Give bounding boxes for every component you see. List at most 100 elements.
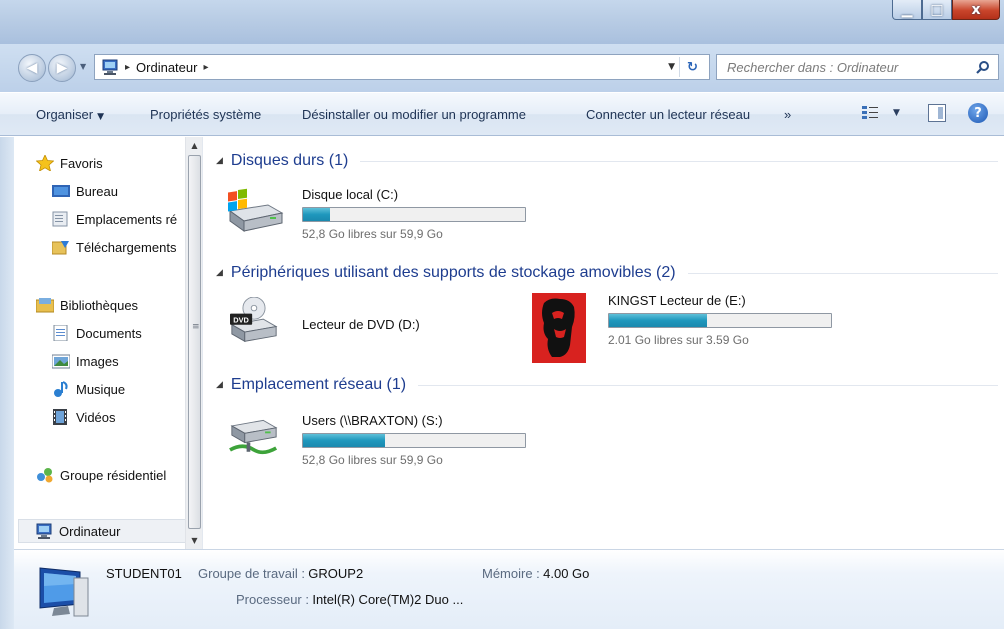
close-icon: x (971, 1, 981, 18)
recent-pages-dropdown-icon[interactable]: ▼ (80, 62, 86, 71)
memory-label: Mémoire : (482, 566, 540, 581)
nav-favorites[interactable]: Favoris (35, 151, 103, 175)
nav-videos[interactable]: Vidéos (52, 405, 116, 429)
minimize-button[interactable]: ▁ (892, 0, 922, 20)
drive-usage-bar (608, 313, 832, 328)
minimize-icon: ▁ (901, 1, 913, 18)
collapse-triangle-icon[interactable]: ◢ (216, 156, 223, 166)
window-controls: ▁ □ x (892, 0, 1000, 30)
drive-free-space: 2.01 Go libres sur 3.59 Go (608, 333, 749, 347)
close-button[interactable]: x (952, 0, 1000, 20)
image-icon (51, 353, 71, 369)
memory-value: 4.00 Go (543, 566, 590, 581)
library-icon (35, 297, 55, 313)
drive-d[interactable]: DVD Lecteur de DVD (D:) (224, 297, 524, 353)
view-options-dropdown-icon[interactable]: ▼ (893, 108, 900, 118)
nav-desktop[interactable]: Bureau (52, 179, 118, 203)
nav-homegroup[interactable]: Groupe résidentiel (36, 463, 166, 487)
explorer-window: ▁ □ x ◀ ▶ ▼ ▸ Ordinateur ▸ ▼ ↻ Organiser… (0, 0, 1004, 629)
scrollbar-grip-icon: ≡ (192, 322, 200, 332)
window-left-border (0, 137, 14, 629)
workgroup-info: Groupe de travail : GROUP2 (198, 566, 363, 581)
workgroup-label: Groupe de travail : (198, 566, 305, 581)
drive-usage-bar (302, 433, 526, 448)
organize-button[interactable]: Organiser ▼ (36, 107, 104, 122)
homegroup-icon (36, 467, 54, 483)
address-dropdown-icon[interactable]: ▼ (668, 62, 675, 72)
more-commands-button[interactable]: » (784, 107, 791, 122)
nav-downloads[interactable]: Téléchargements (51, 235, 177, 259)
system-properties-button[interactable]: Propriétés système (150, 107, 261, 122)
group-header-hard-drives[interactable]: ◢ Disques durs (1) (212, 149, 998, 173)
processor-value: Intel(R) Core(TM)2 Duo ... (312, 592, 464, 607)
scrollbar-thumb[interactable]: ≡ (188, 155, 201, 529)
address-bar[interactable]: ▸ Ordinateur ▸ ▼ ↻ (94, 54, 710, 80)
command-bar: Organiser ▼ Propriétés système Désinstall… (0, 92, 1004, 136)
drive-c[interactable]: Disque local (C:) 52,8 Go libres sur 59,… (224, 187, 544, 243)
group-header-network[interactable]: ◢ Emplacement réseau (1) (212, 373, 998, 397)
back-button[interactable]: ◀ (18, 54, 46, 82)
preview-pane-icon[interactable] (928, 104, 946, 122)
drive-name: KINGST Lecteur de (E:) (608, 293, 746, 308)
address-row: ◀ ▶ ▼ ▸ Ordinateur ▸ ▼ ↻ (0, 44, 1004, 92)
uninstall-program-button[interactable]: Désinstaller ou modifier un programme (302, 107, 526, 122)
group-divider (687, 272, 998, 274)
search-icon[interactable] (976, 60, 990, 74)
scroll-down-icon[interactable]: ▼ (186, 532, 203, 549)
nav-documents-label: Documents (76, 325, 142, 341)
drive-name: Users (\\BRAXTON) (S:) (302, 413, 443, 428)
nav-libraries-label: Bibliothèques (60, 297, 139, 313)
breadcrumb-separator-icon[interactable]: ▸ (125, 62, 130, 73)
processor-info: Processeur : Intel(R) Core(TM)2 Duo ... (236, 592, 463, 607)
breadcrumb-separator-icon[interactable]: ▸ (203, 62, 208, 73)
memory-info: Mémoire : 4.00 Go (482, 566, 589, 581)
maximize-icon: □ (930, 1, 944, 18)
nav-recent-places-label: Emplacements ré (76, 211, 178, 227)
back-arrow-icon: ◀ (26, 60, 38, 76)
maximize-button[interactable]: □ (922, 0, 952, 20)
search-input[interactable] (727, 59, 977, 75)
chevron-down-icon: ▼ (97, 112, 104, 122)
desktop-icon (52, 183, 70, 199)
nav-recent-places[interactable]: Emplacements ré (52, 207, 177, 231)
scroll-up-icon[interactable]: ▲ (186, 137, 203, 154)
forward-button[interactable]: ▶ (48, 54, 76, 82)
nav-libraries[interactable]: Bibliothèques (35, 293, 139, 317)
nav-computer-label: Ordinateur (59, 523, 121, 539)
group-header-removable[interactable]: ◢ Périphériques utilisant des supports d… (212, 261, 998, 285)
drive-s[interactable]: Users (\\BRAXTON) (S:) 52,8 Go libres su… (224, 413, 544, 469)
group-title: Emplacement réseau (1) (230, 376, 407, 393)
breadcrumb-computer[interactable]: Ordinateur (136, 60, 197, 75)
title-bar[interactable]: ▁ □ x (0, 0, 1004, 44)
video-icon (52, 409, 70, 425)
drive-name: Lecteur de DVD (D:) (302, 317, 420, 332)
processor-label: Processeur : (236, 592, 309, 607)
nav-homegroup-label: Groupe résidentiel (60, 467, 167, 483)
refresh-icon[interactable]: ↻ (679, 57, 705, 77)
drive-usage-fill (303, 434, 386, 447)
drive-e[interactable]: KINGST Lecteur de (E:) 2.01 Go libres su… (530, 293, 850, 365)
collapse-triangle-icon[interactable]: ◢ (216, 268, 223, 278)
hard-drive-windows-icon (228, 188, 284, 232)
nav-images-label: Images (76, 353, 119, 369)
nav-computer[interactable]: Ordinateur (18, 519, 186, 543)
drive-usage-fill (609, 314, 707, 327)
navigation-scrollbar[interactable]: ▲ ≡ ▼ (185, 137, 202, 549)
nav-downloads-label: Téléchargements (76, 239, 177, 255)
change-view-icon[interactable] (862, 105, 878, 121)
nav-videos-label: Vidéos (76, 409, 116, 425)
star-icon (35, 154, 55, 172)
recent-places-icon (52, 211, 70, 227)
drive-name: Disque local (C:) (302, 187, 399, 202)
map-network-drive-button[interactable]: Connecter un lecteur réseau (586, 107, 750, 122)
navigation-pane: Favoris Bureau Emplacements ré Télécharg… (14, 137, 203, 549)
collapse-triangle-icon[interactable]: ◢ (216, 380, 223, 390)
computer-icon (101, 59, 119, 75)
help-icon[interactable]: ? (968, 103, 988, 123)
computer-monitor-icon (39, 567, 89, 617)
search-box[interactable] (716, 54, 999, 80)
nav-images[interactable]: Images (51, 349, 119, 373)
forward-arrow-icon: ▶ (56, 60, 68, 76)
nav-documents[interactable]: Documents (52, 321, 142, 345)
nav-music[interactable]: Musique (52, 377, 125, 401)
